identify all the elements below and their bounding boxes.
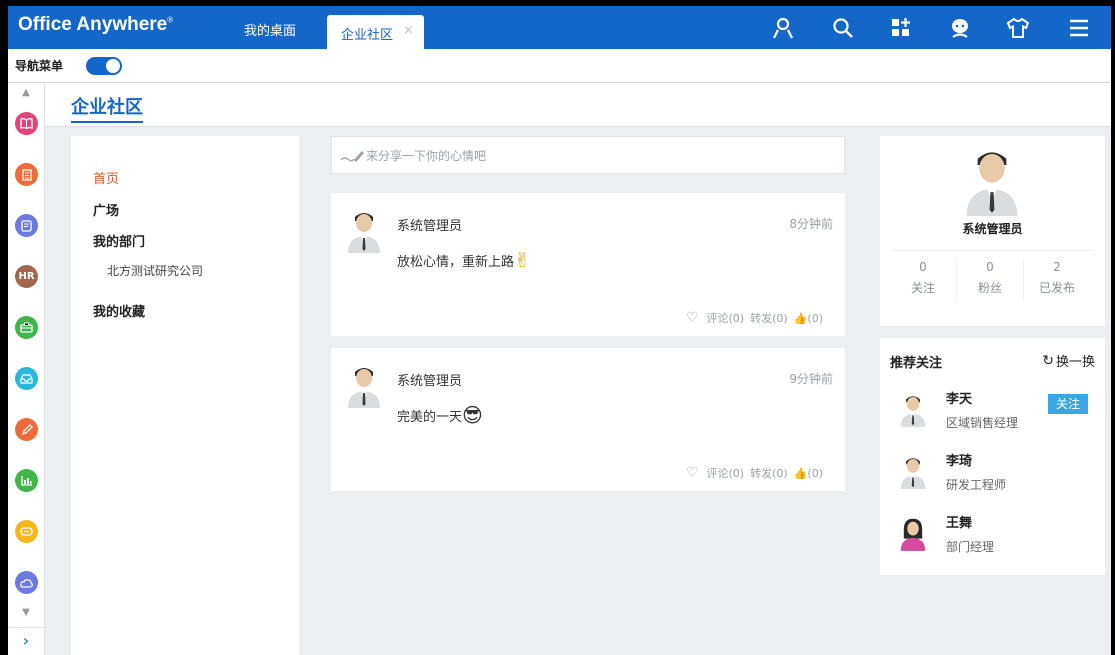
stat-label: 粉丝 xyxy=(977,281,1002,295)
follow-button[interactable]: 关注 xyxy=(1048,394,1088,414)
rail-scroll-up-icon[interactable]: ▲ xyxy=(19,87,33,98)
profile-name: 系统管理员 xyxy=(962,222,1023,236)
like-heart-icon[interactable]: ♡ xyxy=(686,310,699,326)
refresh-button[interactable]: ↻ 换一换 xyxy=(1042,351,1095,371)
post-card: 系统管理员 8分钟前 放松心情，重新上路 ✌ ♡ 评论(0) 转发(0) 👍 (… xyxy=(331,193,845,336)
refresh-icon: ↻ xyxy=(1042,352,1054,369)
community-menu: 首页 广场 我的部门 北方测试研究公司 我的收藏 xyxy=(71,136,299,655)
recommend-title: 推荐关注 xyxy=(890,356,943,371)
post-author[interactable]: 系统管理员 xyxy=(397,370,462,389)
forward-button[interactable]: 转发(0) xyxy=(750,310,788,326)
chat-icon[interactable] xyxy=(947,15,973,41)
comment-button[interactable]: 评论(0) xyxy=(707,465,745,481)
menu-item-my-department[interactable]: 我的部门 xyxy=(93,231,145,250)
pen-icon xyxy=(340,151,364,162)
nav-bar: 导航菜单 xyxy=(8,49,1111,83)
hr-icon[interactable]: HR xyxy=(15,265,38,288)
recommend-name[interactable]: 李琦 xyxy=(946,450,972,469)
post-text: 完美的一天 xyxy=(397,409,463,425)
stat-label: 已发布 xyxy=(1038,281,1075,295)
search-icon[interactable] xyxy=(830,15,856,41)
recommend-job-title: 区域销售经理 xyxy=(946,416,1019,430)
recommend-job-title: 部门经理 xyxy=(946,540,995,554)
tab-close-icon[interactable]: × xyxy=(403,23,414,38)
forward-button[interactable]: 转发(0) xyxy=(750,465,788,481)
post-actions: ♡ 评论(0) 转发(0) 👍 (0) xyxy=(686,465,823,481)
app-window: Office Anywhere® 我的桌面 企业社区 × 导航菜单 ▲ HR ▼… xyxy=(8,6,1111,655)
nav-menu-label: 导航菜单 xyxy=(15,59,64,73)
share-placeholder: 来分享一下你的心情吧 xyxy=(366,149,487,163)
nav-menu-toggle[interactable] xyxy=(86,57,122,75)
victory-emoji-icon: ✌ xyxy=(514,248,531,272)
post-actions: ♡ 评论(0) 转发(0) 👍 (0) xyxy=(686,310,823,326)
chat-bubble-icon[interactable] xyxy=(15,520,38,543)
inbox-icon[interactable] xyxy=(15,367,38,390)
tab-community-label: 企业社区 xyxy=(341,28,394,43)
page-title: 企业社区 xyxy=(71,93,143,123)
post-time: 8分钟前 xyxy=(789,217,833,231)
building-icon[interactable] xyxy=(15,163,38,186)
thumbs-up-icon[interactable]: 👍 xyxy=(794,467,808,480)
like-count: (0) xyxy=(807,311,823,325)
profile-divider xyxy=(892,250,1093,251)
recommend-name[interactable]: 王舞 xyxy=(946,512,972,531)
cloud-icon[interactable] xyxy=(15,571,38,594)
refresh-label: 换一换 xyxy=(1055,355,1095,370)
female-avatar xyxy=(900,518,926,551)
avatar xyxy=(348,368,380,408)
shirt-icon[interactable] xyxy=(1005,15,1031,41)
avatar xyxy=(348,213,380,253)
page-header: 企业社区 xyxy=(45,83,1111,127)
toggle-knob xyxy=(106,59,120,73)
stat-label: 关注 xyxy=(910,281,935,295)
share-mood-input[interactable]: 来分享一下你的心情吧 xyxy=(331,136,845,174)
stat-value: 2 xyxy=(1053,260,1061,274)
stat-followers[interactable]: 0 粉丝 xyxy=(957,260,1023,296)
recommend-job-title: 研发工程师 xyxy=(946,478,1007,492)
book-icon[interactable] xyxy=(15,112,38,135)
pencil-note-icon[interactable] xyxy=(15,418,38,441)
post-card: 系统管理员 9分钟前 完美的一天 😎 ♡ 评论(0) 转发(0) 👍 (0) xyxy=(331,348,845,491)
apps-icon[interactable] xyxy=(888,15,914,41)
stat-following[interactable]: 0 关注 xyxy=(890,260,956,296)
top-bar: Office Anywhere® 我的桌面 企业社区 × xyxy=(8,6,1111,49)
post-time: 9分钟前 xyxy=(789,372,833,386)
profile-card: 系统管理员 0 关注 0 粉丝 2 已发布 xyxy=(880,136,1105,326)
like-count: (0) xyxy=(807,466,823,480)
menu-item-department-name[interactable]: 北方测试研究公司 xyxy=(107,262,203,279)
recommend-name[interactable]: 李天 xyxy=(946,388,972,407)
like-heart-icon[interactable]: ♡ xyxy=(686,465,699,481)
avatar xyxy=(900,458,926,489)
recommend-panel: 推荐关注 ↻ 换一换 李天 区域销售经理 关注 李琦 研发工程师 王舞 部门经理 xyxy=(880,338,1105,575)
avatar xyxy=(966,152,1018,216)
briefcase-icon[interactable] xyxy=(15,316,38,339)
recommend-item: 李琦 研发工程师 xyxy=(880,446,1105,506)
app-icon-rail: ▲ HR ▼ › xyxy=(8,83,45,655)
tab-my-desktop[interactable]: 我的桌面 xyxy=(244,20,296,39)
recommend-item: 王舞 部门经理 xyxy=(880,508,1105,568)
stat-published[interactable]: 2 已发布 xyxy=(1024,260,1090,296)
tab-community[interactable]: 企业社区 × xyxy=(327,15,424,49)
brand-logo: Office Anywhere® xyxy=(18,14,174,35)
post-author[interactable]: 系统管理员 xyxy=(397,215,462,234)
recommend-item: 李天 区域销售经理 xyxy=(880,384,1105,444)
note-icon[interactable] xyxy=(15,214,38,237)
post-text: 放松心情，重新上路 xyxy=(397,254,515,270)
thumbs-up-icon[interactable]: 👍 xyxy=(794,312,808,325)
user-icon[interactable] xyxy=(770,15,796,41)
post-content: 完美的一天 😎 xyxy=(397,403,483,427)
sunglasses-emoji-icon: 😎 xyxy=(462,403,483,427)
comment-button[interactable]: 评论(0) xyxy=(707,310,745,326)
avatar xyxy=(900,396,926,427)
menu-item-home[interactable]: 首页 xyxy=(93,168,119,187)
stat-value: 0 xyxy=(986,260,994,274)
post-content: 放松心情，重新上路 ✌ xyxy=(397,248,531,272)
rail-scroll-down-icon[interactable]: ▼ xyxy=(19,607,33,618)
menu-item-square[interactable]: 广场 xyxy=(93,200,119,219)
menu-icon[interactable] xyxy=(1066,15,1092,41)
rail-expand-icon[interactable]: › xyxy=(8,627,44,655)
chart-icon[interactable] xyxy=(15,469,38,492)
menu-item-my-favorites[interactable]: 我的收藏 xyxy=(93,301,145,320)
stat-value: 0 xyxy=(919,260,927,274)
